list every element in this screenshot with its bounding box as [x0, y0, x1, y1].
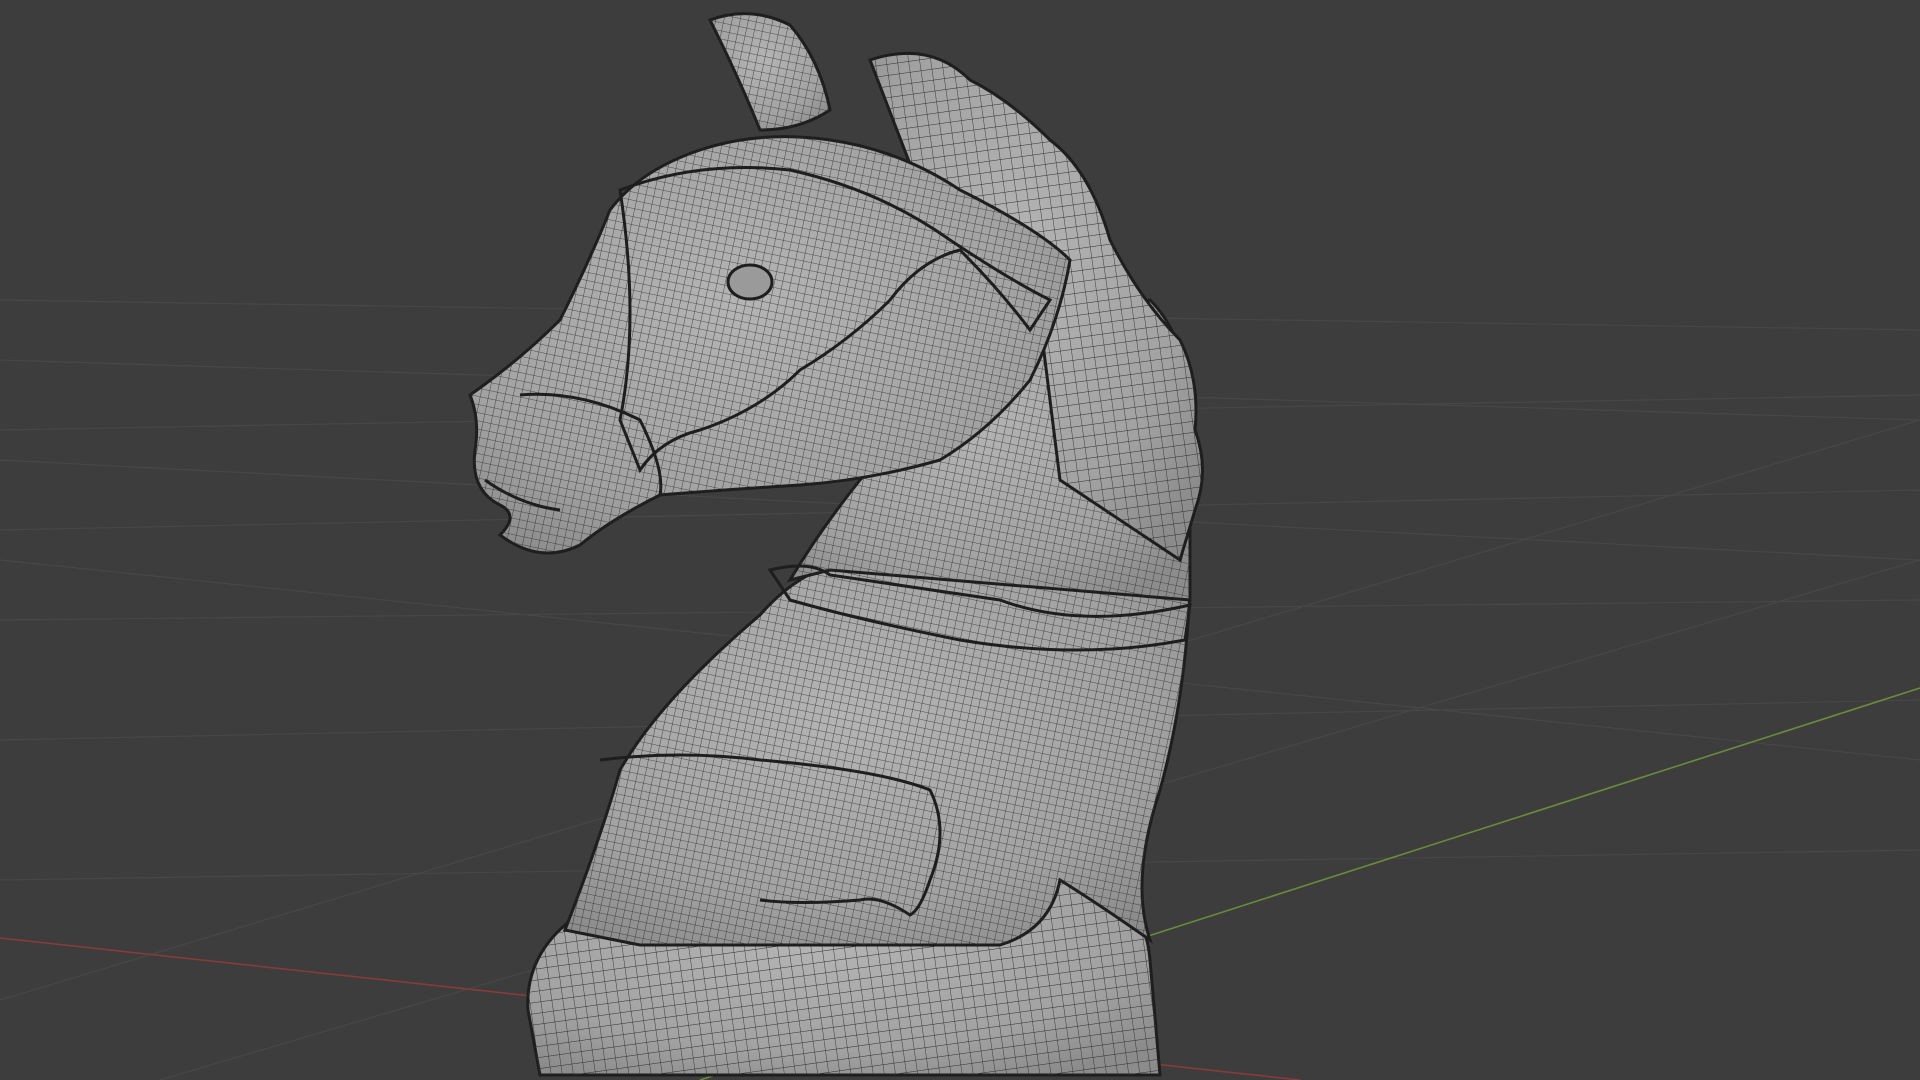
- viewport-canvas[interactable]: [0, 0, 1920, 1080]
- knight-eye[interactable]: [726, 263, 774, 301]
- knight-mesh[interactable]: [468, 12, 1204, 1077]
- 3d-viewport[interactable]: [0, 0, 1920, 1080]
